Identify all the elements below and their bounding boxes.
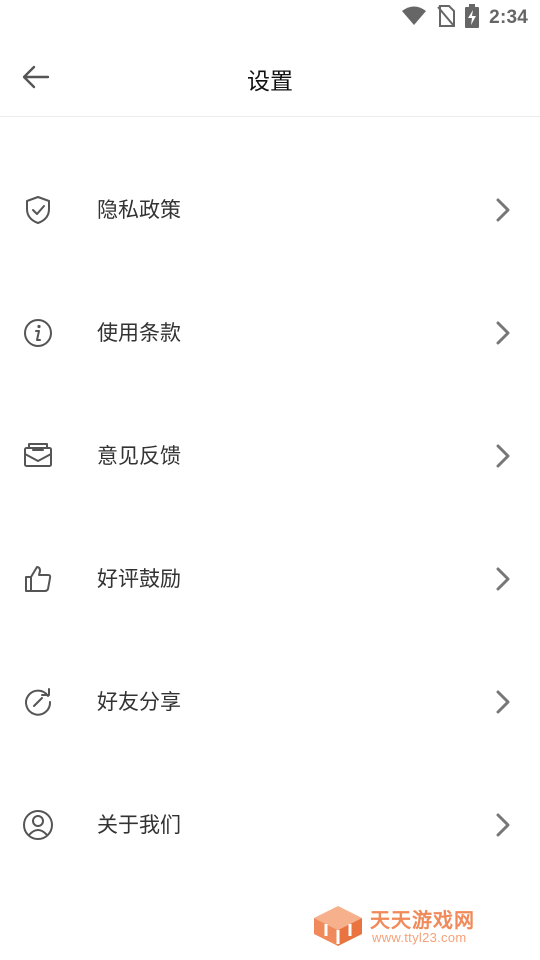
watermark-url: www.ttyl23.com xyxy=(372,930,467,945)
menu-item-label: 好友分享 xyxy=(97,690,181,714)
refresh-share-icon xyxy=(25,688,52,716)
watermark-logo-icon xyxy=(314,906,362,946)
thumbs-up-icon xyxy=(25,566,52,592)
menu-item-label: 使用条款 xyxy=(97,321,181,345)
mail-tray-icon xyxy=(24,443,52,467)
menu-item-rate-us[interactable]: 好评鼓励 xyxy=(0,517,540,640)
chevron-right-icon xyxy=(496,567,510,591)
info-circle-icon xyxy=(24,319,52,347)
app-bar: 设置 xyxy=(0,38,540,117)
status-icons: 2:34 xyxy=(401,4,528,32)
user-circle-icon xyxy=(23,810,53,840)
menu-item-privacy-policy[interactable]: 隐私政策 xyxy=(0,148,540,271)
chevron-right-icon xyxy=(496,321,510,345)
watermark-title: 天天游戏网 xyxy=(370,908,475,932)
menu-item-label: 关于我们 xyxy=(97,813,181,837)
battery-charging-icon xyxy=(465,4,480,32)
settings-menu: 隐私政策 使用条款 意见反馈 好评鼓励 好友分享 关于我们 xyxy=(0,148,540,886)
menu-item-label: 隐私政策 xyxy=(97,198,181,222)
chevron-right-icon xyxy=(496,198,510,222)
no-sim-icon xyxy=(437,5,456,31)
status-bar: 2:34 xyxy=(0,0,540,38)
watermark: 天天游戏网 www.ttyl23.com xyxy=(312,902,512,950)
page-title: 设置 xyxy=(247,69,293,95)
menu-item-label: 意见反馈 xyxy=(97,444,181,468)
chevron-right-icon xyxy=(496,690,510,714)
menu-item-about-us[interactable]: 关于我们 xyxy=(0,763,540,886)
menu-item-terms-of-use[interactable]: 使用条款 xyxy=(0,271,540,394)
wifi-icon xyxy=(401,6,427,30)
status-time: 2:34 xyxy=(489,7,528,28)
chevron-right-icon xyxy=(496,813,510,837)
menu-item-feedback[interactable]: 意见反馈 xyxy=(0,394,540,517)
shield-check-icon xyxy=(26,196,50,224)
chevron-right-icon xyxy=(496,444,510,468)
menu-item-share-friends[interactable]: 好友分享 xyxy=(0,640,540,763)
menu-item-label: 好评鼓励 xyxy=(97,567,181,591)
